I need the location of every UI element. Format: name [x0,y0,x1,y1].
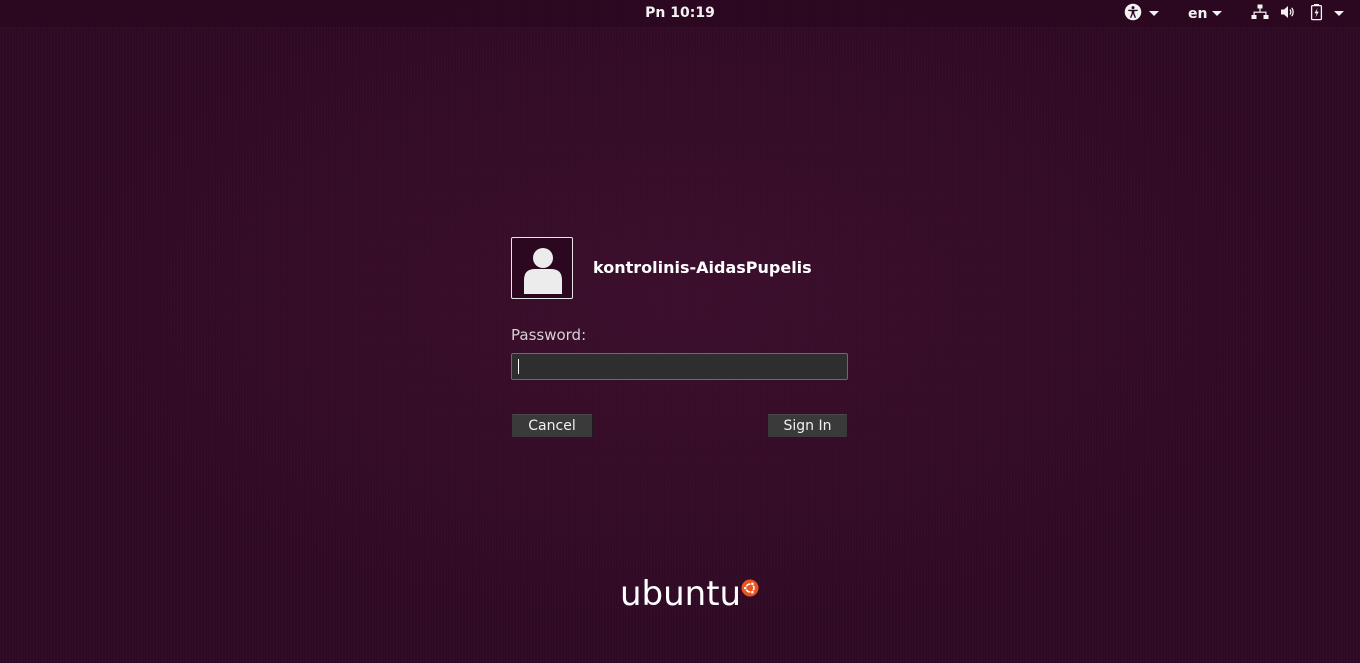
user-avatar[interactable] [511,237,573,299]
volume-icon [1279,3,1297,25]
cancel-button[interactable]: Cancel [511,413,593,438]
top-panel: Pn 10:19 en [0,0,1360,27]
system-menu-icon [1334,11,1344,16]
chevron-down-icon [1149,11,1159,16]
network-indicator[interactable] [1251,4,1269,23]
language-menu[interactable]: en [1188,4,1223,23]
accessibility-menu[interactable] [1124,3,1159,25]
language-indicator: en [1188,5,1208,22]
text-cursor [518,359,519,374]
network-icon [1251,3,1269,25]
chevron-down-icon [1212,11,1223,16]
user-silhouette-icon [524,248,562,294]
password-label: Password: [511,326,587,344]
volume-indicator[interactable] [1279,4,1297,23]
ubuntu-logo: ubuntu [618,572,768,616]
battery-icon [1309,3,1325,25]
username-label: kontrolinis-AidasPupelis [593,258,812,277]
password-input[interactable] [511,353,848,380]
circle-of-friends-icon [741,579,759,597]
system-menu[interactable] [1309,3,1344,25]
logo-text: ubuntu [620,574,742,614]
sign-in-button[interactable]: Sign In [767,413,848,438]
accessibility-icon [1124,3,1142,25]
